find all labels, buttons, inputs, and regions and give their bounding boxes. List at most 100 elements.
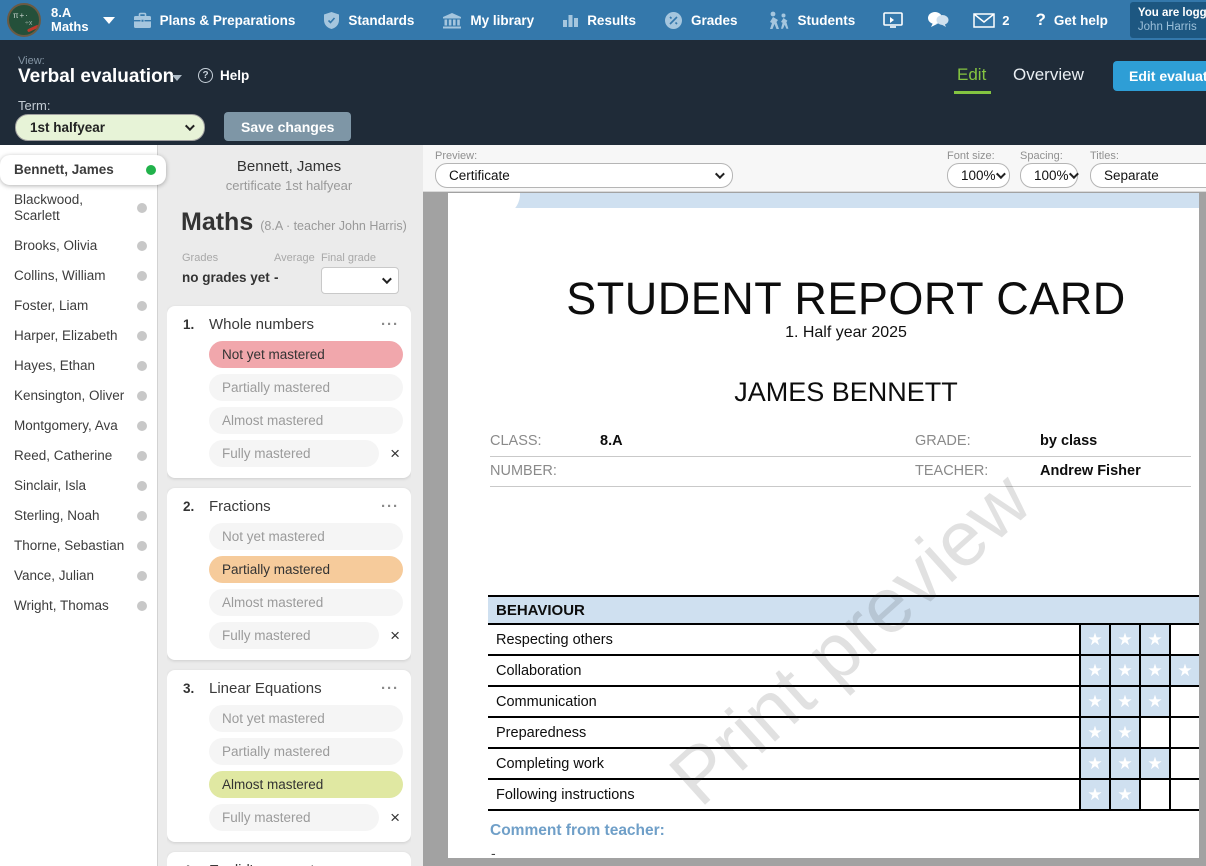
level-pill-not-yet-mastered[interactable]: Not yet mastered	[209, 705, 403, 732]
topic-title: Whole numbers	[209, 316, 377, 333]
remove-selection-button[interactable]: ×	[387, 809, 403, 826]
nav-item-plans-preparations[interactable]: Plans & Preparations	[133, 12, 296, 29]
level-pill-fully-mastered[interactable]: Fully mastered	[209, 804, 379, 831]
level-pill-partially-mastered[interactable]: Partially mastered	[209, 556, 403, 583]
chevron-down-icon[interactable]	[103, 17, 115, 24]
sidebar-student-montgomery-ava[interactable]: Montgomery, Ava	[0, 411, 157, 441]
sidebar-student-wright-thomas[interactable]: Wright, Thomas	[0, 591, 157, 621]
top-navbar: π+· ÷x 8.A Maths Plans & Preparations Sta…	[0, 0, 1206, 40]
sidebar-student-kensington-oliver[interactable]: Kensington, Oliver	[0, 381, 157, 411]
topic-card-euclid-s-geometry: 4.Euclid's geometry···Not yet masteredPa…	[167, 852, 411, 866]
mastery-levels: Not yet mastered Partially mastered Almost…	[209, 341, 403, 467]
tab-edit[interactable]: Edit	[957, 65, 986, 85]
sidebar-student-hayes-ethan[interactable]: Hayes, Ethan	[0, 351, 157, 381]
font-size-select[interactable]: 100%	[947, 163, 1010, 188]
progress-dot-icon	[137, 571, 147, 581]
level-pill-row: Fully mastered ×	[209, 622, 403, 649]
help-button[interactable]: ? Help	[198, 68, 249, 83]
get-help-button[interactable]: ? Get help	[1036, 10, 1108, 30]
get-help-label: Get help	[1054, 13, 1108, 28]
chat-icon[interactable]	[927, 11, 949, 29]
behaviour-row-label: Preparedness	[488, 718, 1079, 747]
sidebar-student-thorne-sebastian[interactable]: Thorne, Sebastian	[0, 531, 157, 561]
level-pill-almost-mastered[interactable]: Almost mastered	[209, 407, 403, 434]
topic-menu-button[interactable]: ···	[377, 862, 403, 866]
level-pill-not-yet-mastered[interactable]: Not yet mastered	[209, 341, 403, 368]
level-pill-fully-mastered[interactable]: Fully mastered	[209, 622, 379, 649]
star-cell-empty	[1169, 780, 1199, 809]
topic-menu-button[interactable]: ···	[377, 316, 403, 333]
comment-from-teacher-label: Comment from teacher:	[490, 822, 665, 840]
titles-select[interactable]: Separate	[1090, 163, 1206, 188]
nav-item-standards[interactable]: Standards	[323, 11, 414, 30]
spacing-select[interactable]: 100%	[1020, 163, 1078, 188]
term-select-value: 1st halfyear	[30, 120, 185, 135]
sidebar-student-vance-julian[interactable]: Vance, Julian	[0, 561, 157, 591]
remove-selection-button[interactable]: ×	[387, 627, 403, 644]
certificate-title: STUDENT REPORT CARD	[448, 273, 1199, 325]
sidebar-student-blackwood-scarlett[interactable]: Blackwood, Scarlett	[0, 185, 157, 231]
nav-item-my-library[interactable]: My library	[442, 12, 534, 29]
topic-card-header: 4.Euclid's geometry···	[178, 862, 403, 866]
star-cell-filled-icon: ★	[1079, 687, 1109, 716]
cast-icon[interactable]	[883, 11, 903, 29]
chevron-down-icon[interactable]	[172, 75, 182, 81]
remove-selection-button[interactable]: ×	[387, 445, 403, 462]
nav-item-label: Students	[798, 13, 856, 28]
sidebar-student-sinclair-isla[interactable]: Sinclair, Isla	[0, 471, 157, 501]
level-pill-almost-mastered[interactable]: Almost mastered	[209, 771, 403, 798]
topic-card-header: 1.Whole numbers···	[178, 316, 403, 333]
preview-select-value: Certificate	[449, 168, 715, 183]
tab-overview[interactable]: Overview	[1013, 65, 1084, 85]
sidebar-student-sterling-noah[interactable]: Sterling, Noah	[0, 501, 157, 531]
star-cell-filled-icon: ★	[1139, 749, 1169, 778]
nav-item-label: My library	[470, 13, 534, 28]
topic-card-header: 2.Fractions···	[178, 498, 403, 515]
term-select[interactable]: 1st halfyear	[15, 114, 205, 141]
content-area: Bennett, JamesBlackwood, ScarlettBrooks,…	[0, 145, 1206, 866]
edit-evaluation-button[interactable]: Edit evaluation	[1113, 61, 1206, 91]
preview-select[interactable]: Certificate	[435, 163, 733, 188]
final-grade-select[interactable]	[321, 267, 399, 294]
level-pill-partially-mastered[interactable]: Partially mastered	[209, 738, 403, 765]
behaviour-row-label: Communication	[488, 687, 1079, 716]
sidebar-student-foster-liam[interactable]: Foster, Liam	[0, 291, 157, 321]
topbar-right: 2 ? Get help You are logged John Harris	[883, 2, 1206, 38]
student-name: Wright, Thomas	[14, 598, 131, 614]
star-cell-empty	[1169, 625, 1199, 654]
star-cell-filled-icon: ★	[1079, 718, 1109, 747]
progress-dot-icon	[137, 541, 147, 551]
nav-item-results[interactable]: Results	[562, 12, 636, 28]
level-pill-partially-mastered[interactable]: Partially mastered	[209, 374, 403, 401]
behaviour-header: BEHAVIOUR	[488, 597, 1199, 625]
class-logo[interactable]: π+· ÷x	[7, 3, 41, 37]
logged-in-user-box[interactable]: You are logged John Harris	[1130, 2, 1206, 38]
sidebar-student-brooks-olivia[interactable]: Brooks, Olivia	[0, 231, 157, 261]
topic-menu-button[interactable]: ···	[377, 498, 403, 515]
view-selector[interactable]: Verbal evaluation	[18, 66, 174, 88]
nav-item-grades[interactable]: Grades	[664, 11, 738, 30]
class-selector-label[interactable]: 8.A Maths	[51, 6, 89, 34]
sidebar-student-harper-elizabeth[interactable]: Harper, Elizabeth	[0, 321, 157, 351]
level-pill-almost-mastered[interactable]: Almost mastered	[209, 589, 403, 616]
topic-menu-button[interactable]: ···	[377, 680, 403, 697]
sidebar-student-collins-william[interactable]: Collins, William	[0, 261, 157, 291]
certificate-info-label: TEACHER:	[915, 457, 1040, 487]
certificate-decoration-band	[498, 193, 1199, 208]
preview-panel: Preview: Certificate Font size: 100% Spa…	[423, 145, 1206, 866]
grade-stats-row: Grades no grades yet Average - Final gra…	[182, 252, 411, 294]
messages-button[interactable]: 2	[973, 13, 1009, 28]
sidebar-student-reed-catherine[interactable]: Reed, Catherine	[0, 441, 157, 471]
topic-title: Euclid's geometry	[209, 862, 377, 866]
save-changes-button[interactable]: Save changes	[224, 112, 351, 141]
star-cell-filled-icon: ★	[1109, 749, 1139, 778]
nav-item-students[interactable]: Students	[766, 11, 856, 30]
level-pill-fully-mastered[interactable]: Fully mastered	[209, 440, 379, 467]
grades-icon	[664, 11, 683, 30]
progress-dot-icon	[137, 203, 147, 213]
print-preview-viewport[interactable]: STUDENT REPORT CARD 1. Half year 2025 JA…	[423, 192, 1206, 866]
nav-item-label: Standards	[348, 13, 414, 28]
average-label: Average	[274, 252, 321, 264]
level-pill-not-yet-mastered[interactable]: Not yet mastered	[209, 523, 403, 550]
sidebar-student-bennett-james[interactable]: Bennett, James	[0, 155, 166, 185]
